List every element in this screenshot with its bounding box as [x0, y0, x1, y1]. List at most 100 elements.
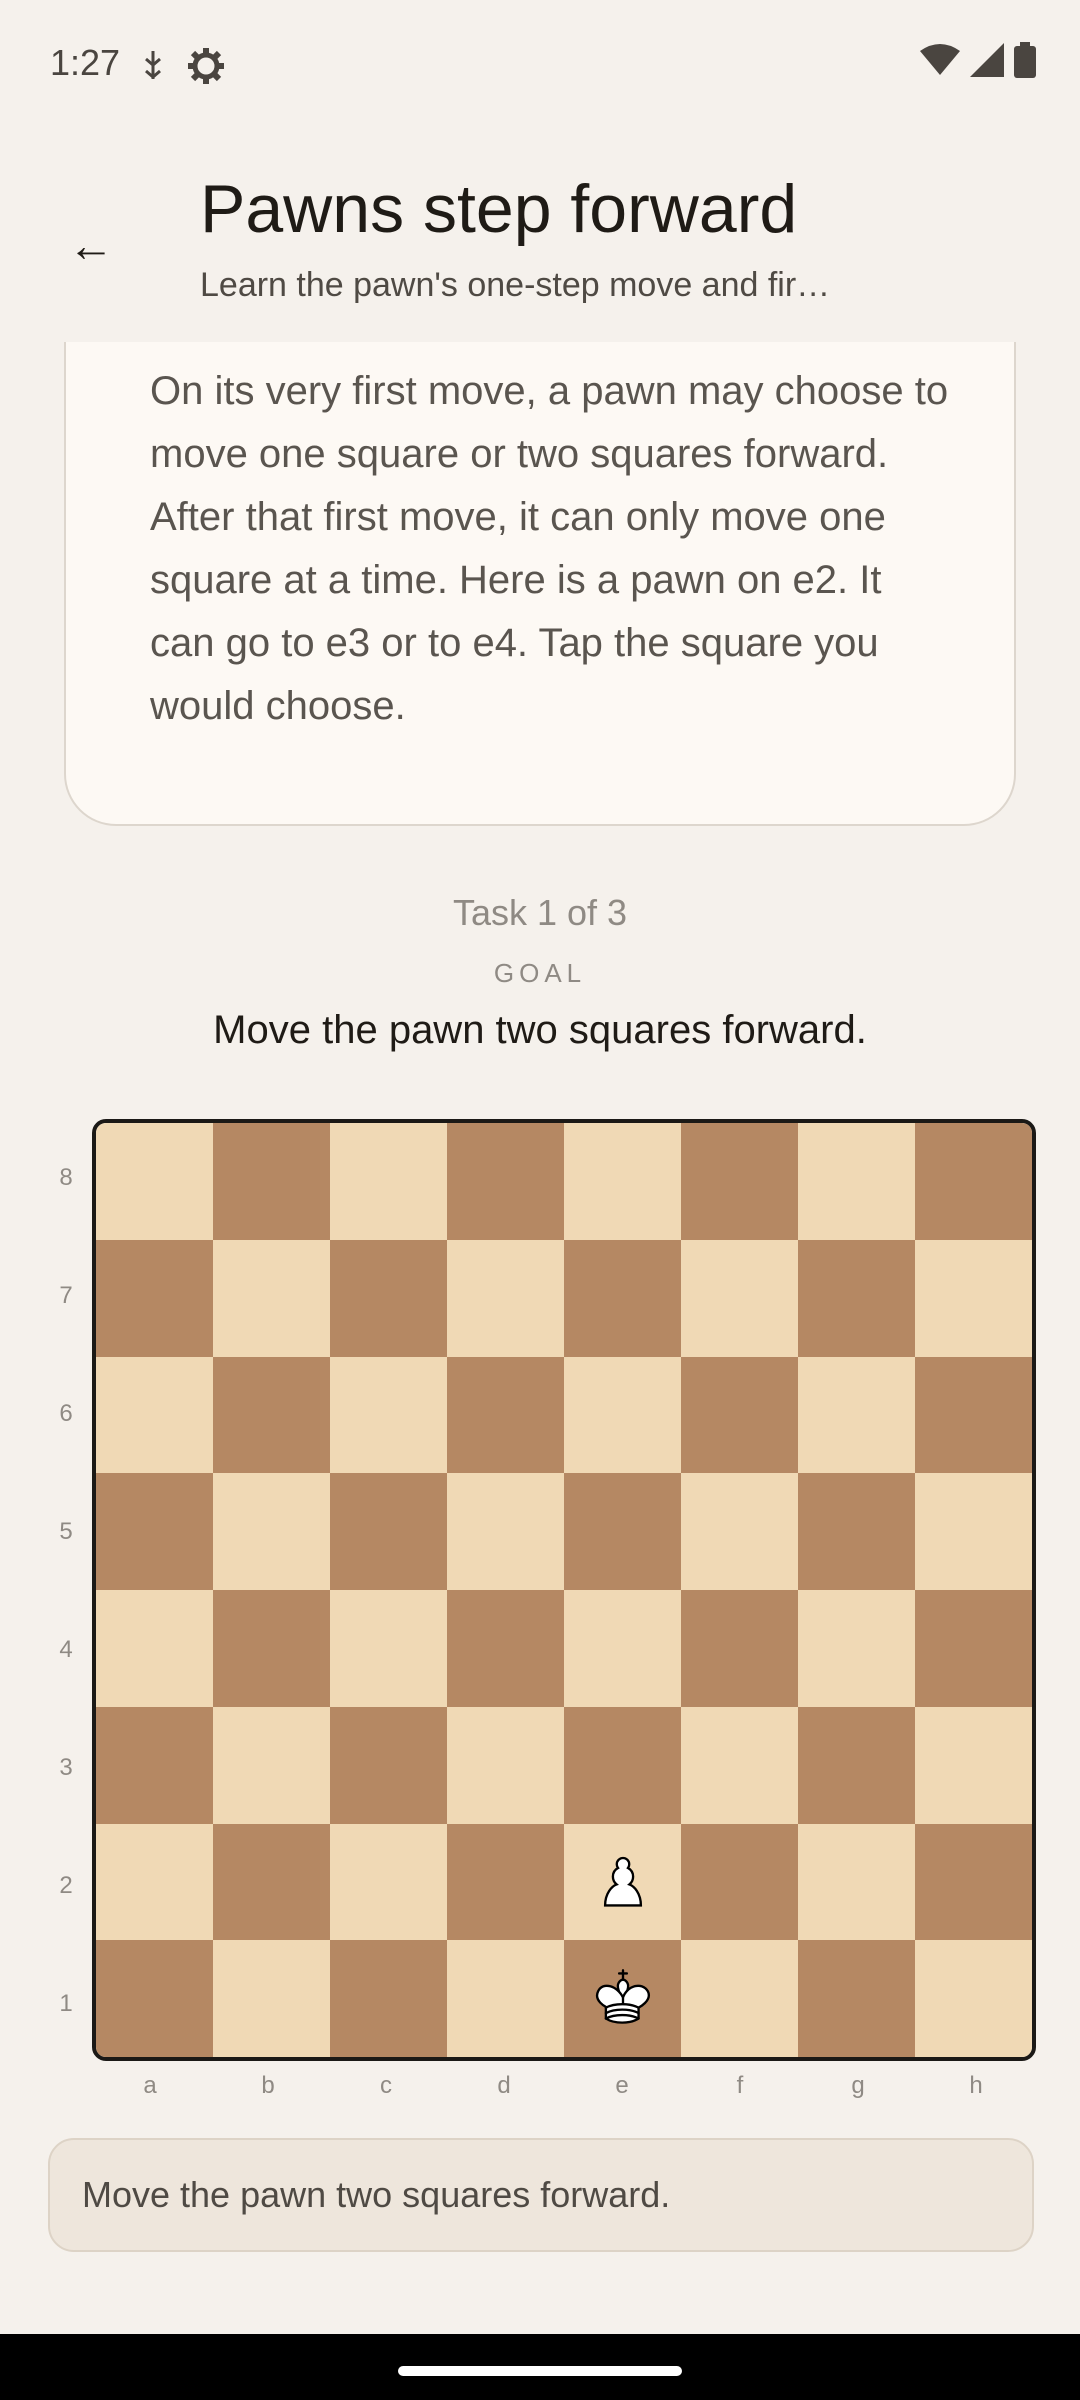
- square-g4[interactable]: [798, 1590, 915, 1707]
- square-f6[interactable]: [681, 1356, 798, 1474]
- lesson-card: On its very first move, a pawn may choos…: [64, 342, 1016, 826]
- cell-signal-icon: [970, 43, 1004, 77]
- white-pawn-icon[interactable]: [588, 1844, 658, 1919]
- square-c4[interactable]: [330, 1590, 447, 1707]
- square-h2[interactable]: [915, 1823, 1032, 1941]
- settings-gear-icon: [188, 48, 224, 84]
- file-label: g: [851, 2072, 865, 2099]
- rank-label: 5: [59, 1518, 73, 1545]
- square-f2[interactable]: [681, 1823, 798, 1941]
- square-a5[interactable]: [96, 1473, 213, 1590]
- square-e3[interactable]: [564, 1706, 681, 1824]
- square-e4[interactable]: [564, 1590, 681, 1707]
- square-h7[interactable]: [915, 1239, 1032, 1357]
- square-e6[interactable]: [564, 1356, 681, 1474]
- square-h8[interactable]: [915, 1123, 1032, 1240]
- page-subtitle: Learn the pawn's one-step move and fir…: [200, 266, 831, 304]
- file-label: e: [615, 2072, 629, 2099]
- square-c7[interactable]: [330, 1239, 447, 1357]
- file-label: b: [261, 2072, 275, 2099]
- status-icons-right: [920, 42, 1036, 78]
- square-c5[interactable]: [330, 1473, 447, 1590]
- square-b1[interactable]: [213, 1940, 330, 2057]
- square-g3[interactable]: [798, 1706, 915, 1824]
- square-h4[interactable]: [915, 1590, 1032, 1707]
- square-b6[interactable]: [213, 1356, 330, 1474]
- square-e7[interactable]: [564, 1239, 681, 1357]
- square-c1[interactable]: [330, 1940, 447, 2057]
- square-c8[interactable]: [330, 1123, 447, 1240]
- square-d6[interactable]: [447, 1356, 564, 1474]
- square-d8[interactable]: [447, 1123, 564, 1240]
- square-d5[interactable]: [447, 1473, 564, 1590]
- square-g2[interactable]: [798, 1823, 915, 1941]
- square-a2[interactable]: [96, 1823, 213, 1941]
- square-d7[interactable]: [447, 1239, 564, 1357]
- status-icons-left: [140, 46, 226, 86]
- rank-label: 3: [59, 1754, 73, 1781]
- chess-board: [92, 1119, 1036, 2061]
- lesson-text: On its very first move, a pawn may choos…: [150, 369, 949, 728]
- rank-label: 1: [59, 1990, 73, 2017]
- square-f7[interactable]: [681, 1239, 798, 1357]
- square-b2[interactable]: [213, 1823, 330, 1941]
- file-label: a: [143, 2072, 157, 2099]
- square-a1[interactable]: [96, 1940, 213, 2057]
- feedback-message: Move the pawn two squares forward.: [48, 2138, 1034, 2252]
- usb-debug-icon: [145, 51, 161, 79]
- file-label: c: [380, 2072, 392, 2099]
- white-king-icon[interactable]: [588, 1961, 658, 2036]
- back-arrow-icon: ←: [68, 219, 114, 271]
- square-f5[interactable]: [681, 1473, 798, 1590]
- square-b4[interactable]: [213, 1590, 330, 1707]
- square-d3[interactable]: [447, 1706, 564, 1824]
- square-b5[interactable]: [213, 1473, 330, 1590]
- status-bar: 1:27: [0, 0, 1080, 130]
- rank-label: 2: [59, 1872, 73, 1899]
- rank-label: 4: [59, 1636, 73, 1663]
- rank-label: 7: [59, 1282, 73, 1309]
- square-a7[interactable]: [96, 1239, 213, 1357]
- square-c2[interactable]: [330, 1823, 447, 1941]
- goal-text: Move the pawn two squares forward.: [213, 1008, 867, 1052]
- square-a6[interactable]: [96, 1356, 213, 1474]
- square-e8[interactable]: [564, 1123, 681, 1240]
- square-c6[interactable]: [330, 1356, 447, 1474]
- square-e1[interactable]: [564, 1940, 681, 2057]
- task-counter: Task 1 of 3: [452, 892, 628, 933]
- home-gesture-handle[interactable]: [398, 2366, 682, 2376]
- square-g1[interactable]: [798, 1940, 915, 2057]
- square-b8[interactable]: [213, 1123, 330, 1240]
- battery-icon: [1014, 42, 1036, 78]
- square-d2[interactable]: [447, 1823, 564, 1941]
- square-a3[interactable]: [96, 1706, 213, 1824]
- square-e2[interactable]: [564, 1823, 681, 1941]
- square-f1[interactable]: [681, 1940, 798, 2057]
- file-label: d: [497, 2072, 511, 2099]
- status-time: 1:27: [50, 42, 121, 83]
- square-b7[interactable]: [213, 1239, 330, 1357]
- square-g7[interactable]: [798, 1239, 915, 1357]
- square-c3[interactable]: [330, 1706, 447, 1824]
- square-d1[interactable]: [447, 1940, 564, 2057]
- square-f8[interactable]: [681, 1123, 798, 1240]
- rank-label: 6: [59, 1400, 73, 1427]
- square-h1[interactable]: [915, 1940, 1032, 2057]
- square-h3[interactable]: [915, 1706, 1032, 1824]
- square-g6[interactable]: [798, 1356, 915, 1474]
- square-f4[interactable]: [681, 1590, 798, 1707]
- square-a4[interactable]: [96, 1590, 213, 1707]
- square-e5[interactable]: [564, 1473, 681, 1590]
- square-h6[interactable]: [915, 1356, 1032, 1474]
- top-app-bar: ← Pawns step forward Learn the pawn's on…: [0, 150, 1080, 340]
- square-h5[interactable]: [915, 1473, 1032, 1590]
- file-label: h: [969, 2072, 983, 2099]
- square-d4[interactable]: [447, 1590, 564, 1707]
- back-button[interactable]: ←: [56, 210, 126, 280]
- chess-board-wrapper: [92, 1119, 1036, 2061]
- square-f3[interactable]: [681, 1706, 798, 1824]
- square-g5[interactable]: [798, 1473, 915, 1590]
- square-a8[interactable]: [96, 1123, 213, 1240]
- square-b3[interactable]: [213, 1706, 330, 1824]
- square-g8[interactable]: [798, 1123, 915, 1240]
